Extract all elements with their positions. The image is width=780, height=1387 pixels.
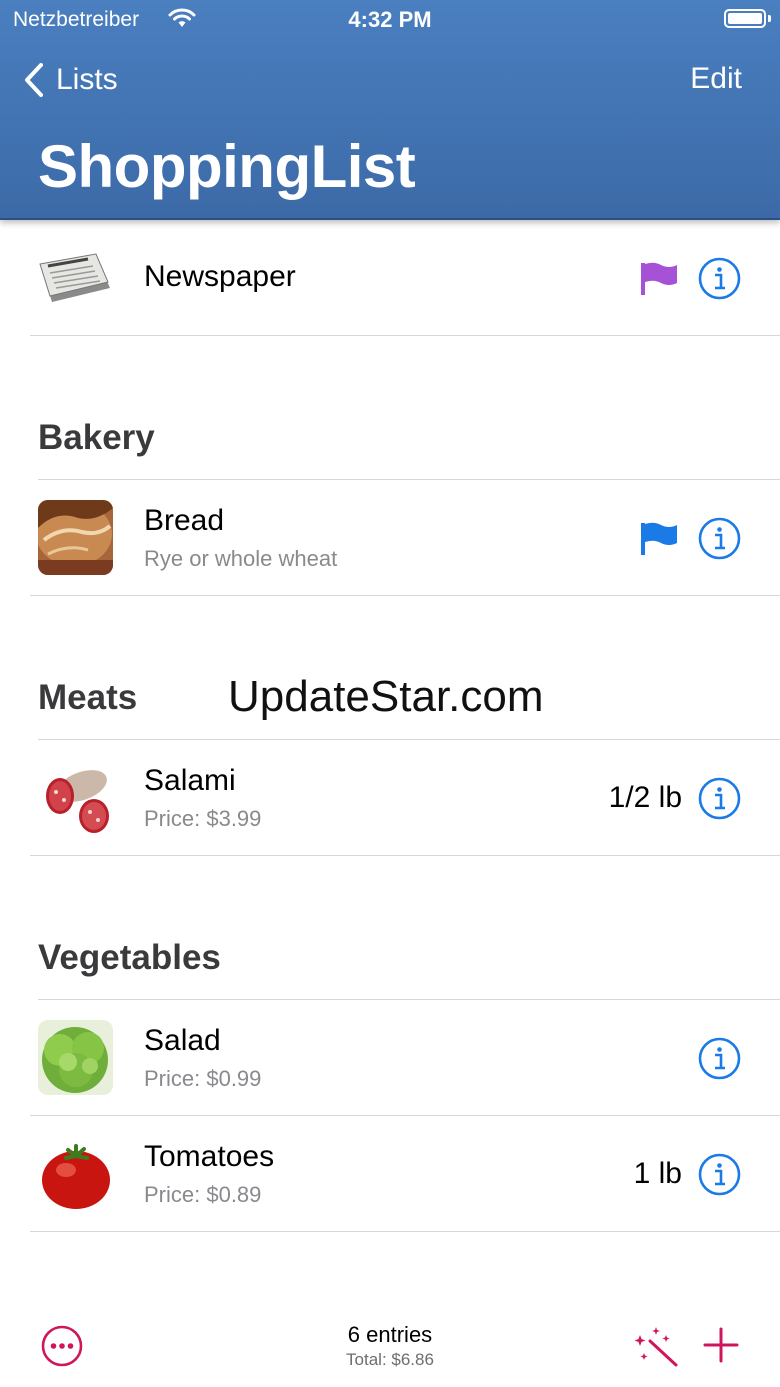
separator: [30, 1231, 780, 1232]
info-icon[interactable]: [698, 777, 741, 825]
magic-wand-icon: [634, 1327, 678, 1367]
magic-wand-button[interactable]: [632, 1325, 678, 1372]
item-name: Bread: [144, 504, 225, 537]
separator: [30, 855, 780, 856]
page-title: ShoppingList: [38, 133, 416, 200]
section-header-bakery: Bakery: [38, 418, 155, 457]
newspaper-thumbnail: [38, 240, 113, 315]
status-bar: Netzbetreiber 4:32 PM: [0, 0, 780, 40]
item-subtitle: Price: $0.99: [144, 1066, 262, 1091]
item-name: Tomatoes: [144, 1140, 275, 1173]
navigation-bar: Netzbetreiber 4:32 PM Lists Edit Shoppin…: [0, 0, 780, 220]
item-name: Salad: [144, 1024, 221, 1057]
info-icon[interactable]: [698, 257, 741, 305]
list-item[interactable]: Tomatoes Price: $0.89 1 lb: [0, 1116, 780, 1232]
battery-icon: [724, 9, 766, 28]
item-quantity: 1/2 lb: [608, 781, 682, 814]
salami-thumbnail: [38, 760, 113, 835]
add-item-button[interactable]: [703, 1327, 739, 1368]
list-item[interactable]: Newspaper: [0, 220, 780, 336]
section-header-meats: Meats: [38, 678, 138, 717]
separator: [30, 595, 780, 596]
info-icon[interactable]: [698, 1037, 741, 1085]
separator: [30, 335, 780, 336]
item-subtitle: Price: $3.99: [144, 806, 262, 831]
info-icon[interactable]: [698, 517, 741, 565]
battery-tip: [768, 15, 771, 22]
list-item[interactable]: Bread Rye or whole wheat: [0, 480, 780, 596]
item-name: Salami: [144, 764, 236, 797]
info-icon[interactable]: [698, 1153, 741, 1201]
item-name: Newspaper: [144, 260, 296, 293]
purple-flag-icon: [640, 262, 678, 301]
list-item[interactable]: Salad Price: $0.99: [0, 1000, 780, 1116]
back-button-label: Lists: [56, 63, 118, 96]
chevron-left-icon: [25, 63, 43, 97]
plus-icon: [703, 1327, 739, 1363]
item-quantity: 1 lb: [633, 1157, 682, 1190]
tomato-thumbnail: [38, 1136, 113, 1211]
item-subtitle: Price: $0.89: [144, 1182, 262, 1207]
bread-thumbnail: [38, 500, 113, 575]
item-subtitle: Rye or whole wheat: [144, 546, 338, 571]
salad-thumbnail: [38, 1020, 113, 1095]
section-header-vegetables: Vegetables: [38, 938, 221, 977]
blue-flag-icon: [640, 522, 678, 561]
status-time: 4:32 PM: [348, 7, 432, 32]
edit-button[interactable]: Edit: [690, 62, 742, 96]
list-item[interactable]: Salami Price: $3.99 1/2 lb: [0, 740, 780, 856]
back-button[interactable]: Lists: [24, 58, 118, 102]
watermark-text: UpdateStar.com: [228, 672, 544, 721]
